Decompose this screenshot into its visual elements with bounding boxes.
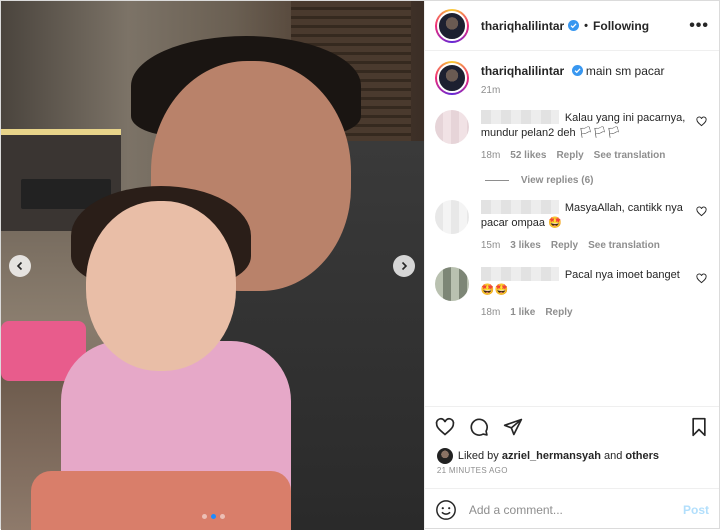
verified-badge-icon <box>568 20 580 31</box>
separator: • <box>584 19 589 32</box>
heart-icon[interactable] <box>696 273 707 284</box>
heart-icon[interactable] <box>696 116 707 127</box>
liked-by-others-link[interactable]: others <box>625 450 659 462</box>
emoji-smiley-icon[interactable] <box>435 499 457 521</box>
comment-item: Pacal nya imoet banget 🤩🤩 18m 1 like Rep… <box>434 267 707 320</box>
post-timestamp: 21 MINUTES AGO <box>436 466 508 475</box>
previous-photo-button[interactable] <box>9 255 31 277</box>
post-photo <box>1 1 424 530</box>
caption-text: main sm pacar <box>585 64 665 78</box>
heart-icon[interactable] <box>696 206 707 217</box>
verified-badge-icon <box>571 65 583 76</box>
view-replies-button[interactable]: View replies (6) <box>484 175 707 186</box>
commenter-avatar[interactable] <box>434 110 469 144</box>
comment-likes[interactable]: 3 likes <box>510 238 541 253</box>
carousel-dot-active <box>210 514 216 519</box>
carousel-dot <box>219 514 225 519</box>
post-sidebar: thariqhalilintar • Following ••• thariqh… <box>423 1 719 530</box>
following-button[interactable]: Following <box>593 19 649 33</box>
comment-time: 18m <box>480 307 501 318</box>
author-username[interactable]: thariqhalilintar <box>481 19 564 33</box>
blurred-username <box>480 110 559 124</box>
post-actions-bar <box>424 406 719 446</box>
liker-username[interactable]: azriel_hermansyah <box>502 450 601 462</box>
liked-by-line: Liked by azriel_hermansyah and others <box>425 446 719 466</box>
caption-avatar[interactable] <box>434 61 469 95</box>
comment-likes[interactable]: 1 like <box>510 305 535 320</box>
comment-time: 18m <box>480 150 501 161</box>
caption-time: 21m <box>480 85 501 96</box>
carousel-dots <box>1 514 424 519</box>
comment-item: Kalau yang ini pacarnya, mundur pelan2 d… <box>434 110 707 163</box>
post-comment-button[interactable]: Post <box>683 503 709 517</box>
instagram-post-window: thariqhalilintar • Following ••• thariqh… <box>0 0 720 530</box>
comment-item: MasyaAllah, cantikk nya pacar ompaa 🤩 15… <box>434 200 707 253</box>
commenter-avatar[interactable] <box>434 200 469 234</box>
reply-button[interactable]: Reply <box>556 148 583 163</box>
see-translation-button[interactable]: See translation <box>594 148 666 163</box>
author-avatar[interactable] <box>434 8 469 43</box>
comment-time: 15m <box>480 240 501 251</box>
chevron-right-icon <box>401 261 408 271</box>
add-comment-bar: Post <box>424 488 719 530</box>
chevron-left-icon <box>16 261 23 271</box>
reply-button[interactable]: Reply <box>551 238 578 253</box>
share-send-icon[interactable] <box>503 417 523 437</box>
comments-list: thariqhalilintar main sm pacar 21m Kalau… <box>425 51 719 406</box>
bookmark-save-icon[interactable] <box>689 417 709 437</box>
next-photo-button[interactable] <box>393 255 415 277</box>
see-translation-button[interactable]: See translation <box>588 238 660 253</box>
post-header: thariqhalilintar • Following ••• <box>424 1 719 51</box>
comment-likes[interactable]: 52 likes <box>510 148 546 163</box>
blurred-username <box>480 267 559 281</box>
liker-avatar[interactable] <box>436 448 453 464</box>
caption-username[interactable]: thariqhalilintar <box>481 64 564 78</box>
more-options-icon[interactable]: ••• <box>689 17 709 35</box>
like-heart-icon[interactable] <box>435 417 455 437</box>
blurred-username <box>480 200 559 214</box>
comment-bubble-icon[interactable] <box>469 417 489 437</box>
add-comment-input[interactable] <box>468 502 683 517</box>
reply-button[interactable]: Reply <box>545 305 572 320</box>
post-caption: thariqhalilintar main sm pacar 21m <box>434 61 707 96</box>
carousel-dot <box>201 514 207 519</box>
commenter-avatar[interactable] <box>434 267 469 301</box>
